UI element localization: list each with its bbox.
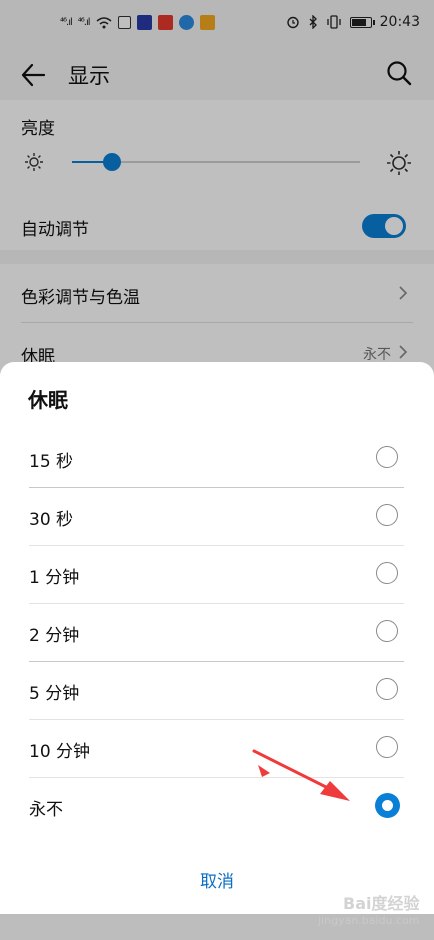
sleep-option-15s[interactable]: 15 秒 — [0, 430, 434, 488]
sleep-option-1min[interactable]: 1 分钟 — [0, 546, 434, 604]
radio-button[interactable] — [376, 504, 398, 526]
radio-button[interactable] — [376, 446, 398, 468]
sleep-option-5min[interactable]: 5 分钟 — [0, 662, 434, 720]
sleep-dialog: 休眠 15 秒 30 秒 1 分钟 2 分钟 5 分钟 10 分钟 永不 取消 — [0, 362, 434, 914]
option-label: 10 分钟 — [29, 742, 91, 762]
dialog-title: 休眠 — [28, 388, 68, 412]
radio-button[interactable] — [376, 620, 398, 642]
sleep-option-never[interactable]: 永不 — [0, 778, 434, 836]
option-label: 30 秒 — [29, 510, 74, 530]
annotation-arrow-icon — [252, 749, 350, 801]
radio-button[interactable] — [376, 736, 398, 758]
radio-button-selected[interactable] — [375, 793, 400, 818]
watermark-logo: Bai度经验 — [343, 894, 420, 913]
sleep-option-10min[interactable]: 10 分钟 — [0, 720, 434, 778]
option-label: 1 分钟 — [29, 568, 80, 588]
option-label: 5 分钟 — [29, 684, 80, 704]
radio-button[interactable] — [376, 678, 398, 700]
sleep-option-2min[interactable]: 2 分钟 — [0, 604, 434, 662]
option-label: 2 分钟 — [29, 626, 80, 646]
option-label: 永不 — [29, 800, 63, 820]
sleep-option-30s[interactable]: 30 秒 — [0, 488, 434, 546]
watermark: Bai度经验 jingyan.baidu.com — [318, 890, 420, 927]
watermark-url: jingyan.baidu.com — [318, 914, 420, 927]
option-label: 15 秒 — [29, 452, 74, 472]
radio-button[interactable] — [376, 562, 398, 584]
